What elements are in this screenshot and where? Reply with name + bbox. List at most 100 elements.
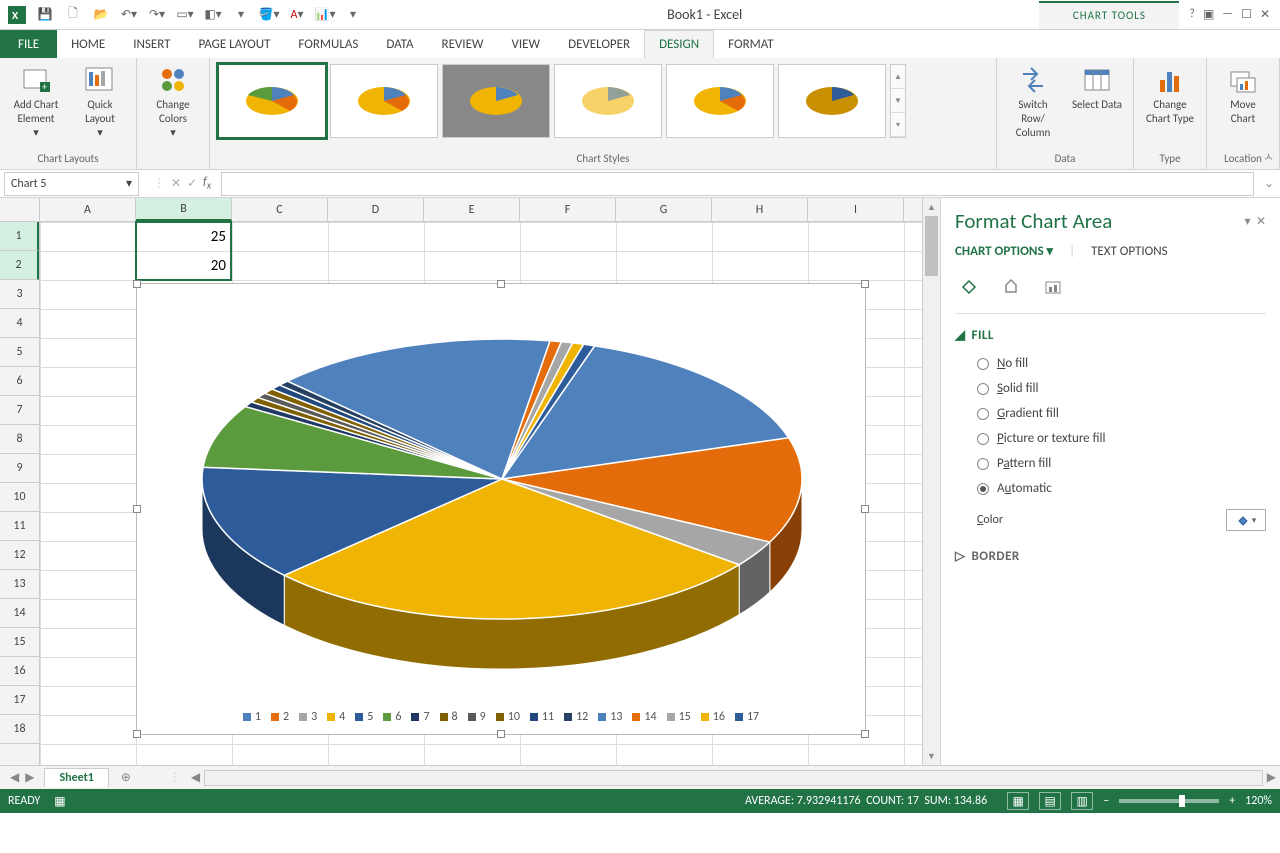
row-header-2[interactable]: 2 [0, 251, 39, 280]
column-header-H[interactable]: H [712, 198, 808, 221]
column-header-I[interactable]: I [808, 198, 904, 221]
tab-file[interactable]: FILE [0, 30, 57, 58]
border-section-header[interactable]: ▷BORDER [955, 549, 1266, 564]
close-pane-icon[interactable]: ✕ [1256, 215, 1266, 229]
column-header-A[interactable]: A [40, 198, 136, 221]
radio-picture-fill[interactable]: Picture or texture fill [955, 426, 1266, 451]
new-sheet-icon[interactable]: ⊕ [109, 770, 143, 785]
open-icon[interactable]: 📂 [88, 2, 114, 28]
macro-record-icon[interactable]: ▦ [54, 794, 65, 809]
new-icon[interactable]: 🗋 [60, 2, 86, 28]
ribbon-display-icon[interactable]: ▣ [1203, 7, 1214, 22]
cancel-formula-icon[interactable]: ✕ [171, 176, 181, 191]
row-header-12[interactable]: 12 [0, 541, 39, 570]
view-page-break-icon[interactable]: ▥ [1071, 792, 1093, 810]
task-pane-options-icon[interactable]: ▾ [1244, 215, 1250, 229]
row-header-11[interactable]: 11 [0, 512, 39, 541]
legend-item-9[interactable]: 9 [468, 710, 486, 724]
tab-data[interactable]: DATA [372, 30, 427, 58]
row-header-15[interactable]: 15 [0, 628, 39, 657]
chart-style-5[interactable] [666, 64, 774, 138]
chart-object[interactable]: 1234567891011121314151617 [136, 283, 866, 735]
change-colors-button[interactable]: Change Colors ▾ [143, 62, 203, 142]
qat-customize-icon[interactable]: ▾ [340, 2, 366, 28]
size-properties-icon[interactable] [1043, 277, 1063, 301]
row-header-17[interactable]: 17 [0, 686, 39, 715]
row-header-13[interactable]: 13 [0, 570, 39, 599]
legend-item-14[interactable]: 14 [632, 710, 656, 724]
help-icon[interactable]: ? [1189, 7, 1195, 22]
row-header-6[interactable]: 6 [0, 367, 39, 396]
undo-icon[interactable]: ↶▾ [116, 2, 142, 28]
row-header-16[interactable]: 16 [0, 657, 39, 686]
zoom-slider[interactable] [1119, 799, 1219, 803]
add-chart-element-button[interactable]: + Add Chart Element ▾ [6, 62, 66, 142]
qat-color-icon[interactable]: ◧▾ [200, 2, 226, 28]
redo-icon[interactable]: ↷▾ [144, 2, 170, 28]
close-icon[interactable]: ✕ [1260, 7, 1270, 22]
chart-legend[interactable]: 1234567891011121314151617 [137, 710, 865, 724]
chevron-down-icon[interactable]: ▾ [126, 176, 132, 191]
tab-developer[interactable]: DEVELOPER [554, 30, 644, 58]
row-header-7[interactable]: 7 [0, 396, 39, 425]
row-header-18[interactable]: 18 [0, 715, 39, 744]
chart-style-4[interactable] [554, 64, 662, 138]
tab-insert[interactable]: INSERT [119, 30, 184, 58]
tab-review[interactable]: REVIEW [428, 30, 498, 58]
select-all-corner[interactable] [0, 198, 40, 221]
row-header-10[interactable]: 10 [0, 483, 39, 512]
radio-no-fill[interactable]: No fill [955, 351, 1266, 376]
formula-bar[interactable] [221, 172, 1254, 196]
select-data-button[interactable]: Select Data [1067, 62, 1127, 114]
horizontal-scrollbar[interactable] [204, 770, 1263, 786]
chart-style-2[interactable] [330, 64, 438, 138]
legend-item-17[interactable]: 17 [735, 710, 759, 724]
change-chart-type-button[interactable]: Change Chart Type [1140, 62, 1200, 128]
legend-item-12[interactable]: 12 [564, 710, 588, 724]
legend-item-6[interactable]: 6 [383, 710, 401, 724]
hscroll-right-icon[interactable]: ▶ [1263, 770, 1280, 785]
fx-icon[interactable]: fx [203, 175, 211, 191]
column-header-F[interactable]: F [520, 198, 616, 221]
save-icon[interactable]: 💾 [32, 2, 58, 28]
radio-solid-fill[interactable]: Solid fill [955, 376, 1266, 401]
quick-layout-button[interactable]: Quick Layout ▾ [70, 62, 130, 142]
fill-section-header[interactable]: ◢FILL [955, 328, 1266, 343]
hscroll-left-icon[interactable]: ◀ [187, 770, 204, 785]
row-header-4[interactable]: 4 [0, 309, 39, 338]
row-header-14[interactable]: 14 [0, 599, 39, 628]
legend-item-4[interactable]: 4 [327, 710, 345, 724]
qat-font-color-icon[interactable]: A▾ [284, 2, 310, 28]
zoom-out-icon[interactable]: – [1103, 794, 1109, 808]
excel-icon[interactable]: X [4, 2, 30, 28]
sheet-nav-prev-icon[interactable]: ◀ [10, 770, 19, 785]
row-header-1[interactable]: 1 [0, 222, 39, 251]
enter-formula-icon[interactable]: ✓ [187, 176, 197, 191]
zoom-in-icon[interactable]: + [1229, 794, 1235, 808]
row-header-5[interactable]: 5 [0, 338, 39, 367]
vertical-scrollbar[interactable]: ▲▼ [922, 198, 940, 765]
legend-item-15[interactable]: 15 [667, 710, 691, 724]
text-options-tab[interactable]: TEXT OPTIONS [1091, 244, 1168, 259]
effects-icon[interactable] [1001, 277, 1021, 301]
legend-item-16[interactable]: 16 [701, 710, 725, 724]
legend-item-1[interactable]: 1 [243, 710, 261, 724]
color-picker-button[interactable]: ▾ [1226, 509, 1266, 531]
sheet-nav-next-icon[interactable]: ▶ [25, 770, 34, 785]
zoom-level[interactable]: 120% [1245, 794, 1272, 808]
column-header-G[interactable]: G [616, 198, 712, 221]
radio-automatic[interactable]: Automatic [955, 476, 1266, 501]
name-box[interactable]: Chart 5▾ [4, 172, 139, 196]
legend-item-2[interactable]: 2 [271, 710, 289, 724]
qat-fill-icon[interactable]: 🪣▾ [256, 2, 282, 28]
chart-style-1[interactable] [218, 64, 326, 138]
row-header-8[interactable]: 8 [0, 425, 39, 454]
radio-gradient-fill[interactable]: Gradient fill [955, 401, 1266, 426]
legend-item-11[interactable]: 11 [530, 710, 554, 724]
maximize-icon[interactable]: ☐ [1241, 7, 1252, 22]
tab-formulas[interactable]: FORMULAS [284, 30, 372, 58]
tab-design[interactable]: DESIGN [644, 30, 714, 58]
tab-page-layout[interactable]: PAGE LAYOUT [185, 30, 285, 58]
chart-style-6[interactable] [778, 64, 886, 138]
minimize-icon[interactable]: — [1222, 7, 1233, 22]
